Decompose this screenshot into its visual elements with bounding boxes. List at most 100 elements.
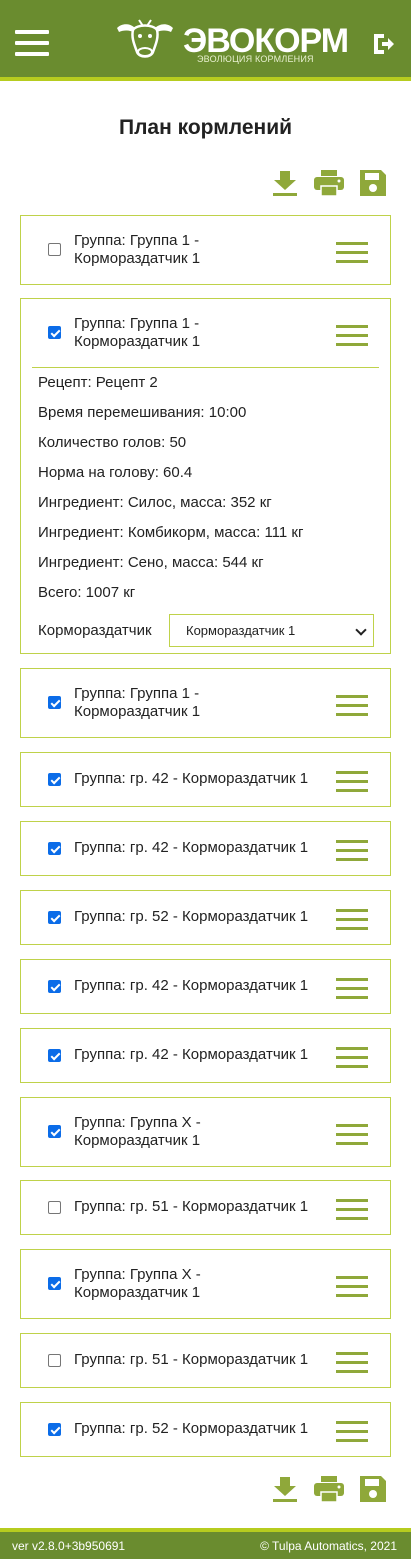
total-text: Всего: 1007 кг (38, 584, 136, 601)
plan-row: Группа: Группа 1 - Кормораздатчик 1 (21, 299, 390, 367)
plan-card: Группа: Группа X - Кормораздатчик 1 (20, 1097, 391, 1167)
plan-row: Группа: гр. 42 - Кормораздатчик 1 (21, 1029, 390, 1082)
plan-label: Группа: гр. 42 - Кормораздатчик 1 (74, 1046, 309, 1063)
plan-checkbox[interactable] (48, 696, 61, 709)
drag-handle-icon[interactable] (336, 1124, 368, 1146)
plan-row: Группа: Группа 1 - Кормораздатчик 1 (21, 216, 390, 284)
recipe-text: Рецепт: Рецепт 2 (38, 374, 158, 391)
plan-label: Группа: гр. 52 - Кормораздатчик 1 (74, 908, 309, 925)
chevron-down-icon (355, 624, 367, 636)
plan-label: Группа: гр. 42 - Кормораздатчик 1 (74, 770, 309, 787)
plan-card-expanded: Группа: Группа 1 - Кормораздатчик 1 Рецеп… (20, 298, 391, 654)
plan-row: Группа: гр. 52 - Кормораздатчик 1 (21, 1403, 390, 1456)
download-icon[interactable] (270, 168, 300, 198)
copyright-text: © Tulpa Automatics, 2021 (260, 1539, 397, 1553)
plan-row: Группа: гр. 42 - Кормораздатчик 1 (21, 753, 390, 806)
app-header: ЭВОКОРМ ЭВОЛЮЦИЯ КОРМЛЕНИЯ (0, 0, 411, 77)
plan-card: Группа: гр. 42 - Кормораздатчик 1 (20, 752, 391, 807)
drag-handle-icon[interactable] (336, 1047, 368, 1069)
plan-card: Группа: гр. 52 - Кормораздатчик 1 (20, 890, 391, 945)
plan-row: Группа: гр. 51 - Кормораздатчик 1 (21, 1334, 390, 1387)
plan-checkbox[interactable] (48, 326, 61, 339)
logo: ЭВОКОРМ ЭВОЛЮЦИЯ КОРМЛЕНИЯ (113, 18, 349, 64)
plan-checkbox[interactable] (48, 1201, 61, 1214)
plan-card: Группа: гр. 52 - Кормораздатчик 1 (20, 1402, 391, 1457)
feeder-select-value: Кормораздатчик 1 (186, 623, 296, 638)
feeder-label: Кормораздатчик (38, 622, 152, 639)
plan-label-line-2: Кормораздатчик 1 (74, 1284, 201, 1301)
plan-label: Группа: гр. 51 - Кормораздатчик 1 (74, 1351, 309, 1368)
heads-count-text: Количество голов: 50 (38, 434, 187, 451)
drag-handle-icon[interactable] (336, 771, 368, 793)
plan-label-line-1: Группа: Группа X - (74, 1114, 201, 1131)
plan-label: Группа: Группа 1 - Кормораздатчик 1 (74, 685, 200, 721)
plan-details: Рецепт: Рецепт 2 Время перемешивания: 10… (32, 367, 379, 653)
plan-checkbox[interactable] (48, 1277, 61, 1290)
plan-checkbox[interactable] (48, 243, 61, 256)
plan-card: Группа: Группа 1 - Кормораздатчик 1 (20, 215, 391, 285)
toolbar-top (270, 168, 392, 200)
version-text: ver v2.8.0+3b950691 (12, 1539, 126, 1553)
plan-row: Группа: гр. 42 - Кормораздатчик 1 (21, 960, 390, 1013)
menu-icon[interactable] (15, 30, 49, 56)
plan-label-line-2: Кормораздатчик 1 (74, 250, 201, 267)
drag-handle-icon[interactable] (336, 978, 368, 1000)
plan-card: Группа: гр. 42 - Кормораздатчик 1 (20, 1028, 391, 1083)
save-icon[interactable] (358, 1474, 388, 1504)
drag-handle-icon[interactable] (336, 840, 368, 862)
plan-row: Группа: Группа X - Кормораздатчик 1 (21, 1098, 390, 1166)
plan-label: Группа: гр. 51 - Кормораздатчик 1 (74, 1198, 309, 1215)
plan-label: Группа: гр. 52 - Кормораздатчик 1 (74, 1420, 309, 1437)
mix-time-text: Время перемешивания: 10:00 (38, 404, 247, 421)
plan-label: Группа: Группа 1 - Кормораздатчик 1 (74, 315, 200, 351)
plan-label: Группа: гр. 42 - Кормораздатчик 1 (74, 977, 309, 994)
drag-handle-icon[interactable] (336, 1276, 368, 1298)
plan-card: Группа: Группа X - Кормораздатчик 1 (20, 1249, 391, 1319)
cow-logo-icon (117, 19, 173, 58)
drag-handle-icon[interactable] (336, 695, 368, 717)
download-icon[interactable] (270, 1474, 300, 1504)
plan-checkbox[interactable] (48, 911, 61, 924)
app-footer: ver v2.8.0+3b950691 © Tulpa Automatics, … (0, 1532, 411, 1559)
page-title: План кормлений (118, 116, 293, 139)
plan-card: Группа: гр. 42 - Кормораздатчик 1 (20, 821, 391, 876)
plan-checkbox[interactable] (48, 1049, 61, 1062)
plan-checkbox[interactable] (48, 773, 61, 786)
plan-label-line-1: Группа: Группа X - (74, 1266, 201, 1283)
feeder-select[interactable]: Кормораздатчик 1 (169, 614, 374, 647)
plan-checkbox[interactable] (48, 1125, 61, 1138)
plan-row: Группа: гр. 51 - Кормораздатчик 1 (21, 1181, 390, 1234)
plan-label-line-1: Группа: Группа 1 - (74, 685, 200, 702)
plan-checkbox[interactable] (48, 842, 61, 855)
header-divider (0, 77, 411, 81)
ingredient-text: Ингредиент: Силос, масса: 352 кг (38, 494, 272, 511)
plan-label-line-1: Группа: Группа 1 - (74, 232, 200, 249)
drag-handle-icon[interactable] (336, 1352, 368, 1374)
drag-handle-icon[interactable] (336, 1199, 368, 1221)
print-icon[interactable] (313, 168, 344, 198)
print-icon[interactable] (313, 1474, 344, 1504)
plan-row: Группа: Группа 1 - Кормораздатчик 1 (21, 669, 390, 737)
plan-label-line-2: Кормораздатчик 1 (74, 1132, 201, 1149)
plan-label: Группа: гр. 42 - Кормораздатчик 1 (74, 839, 309, 856)
plan-checkbox[interactable] (48, 1423, 61, 1436)
logout-icon[interactable] (370, 31, 396, 57)
ingredient-text: Ингредиент: Комбикорм, масса: 111 кг (38, 524, 304, 541)
plan-row: Группа: гр. 52 - Кормораздатчик 1 (21, 891, 390, 944)
norm-text: Норма на голову: 60.4 (38, 464, 193, 481)
plan-checkbox[interactable] (48, 980, 61, 993)
plan-label-line-2: Кормораздатчик 1 (74, 333, 201, 350)
drag-handle-icon[interactable] (336, 242, 368, 264)
save-icon[interactable] (358, 168, 388, 198)
plan-label-line-1: Группа: Группа 1 - (74, 315, 200, 332)
drag-handle-icon[interactable] (336, 325, 368, 347)
plan-card: Группа: гр. 51 - Кормораздатчик 1 (20, 1333, 391, 1388)
drag-handle-icon[interactable] (336, 1421, 368, 1443)
plan-checkbox[interactable] (48, 1354, 61, 1367)
plan-label: Группа: Группа X - Кормораздатчик 1 (74, 1114, 201, 1150)
plan-row: Группа: Группа X - Кормораздатчик 1 (21, 1250, 390, 1318)
drag-handle-icon[interactable] (336, 909, 368, 931)
plan-label-line-2: Кормораздатчик 1 (74, 703, 201, 720)
logo-subtitle: ЭВОЛЮЦИЯ КОРМЛЕНИЯ (197, 54, 314, 64)
plan-card: Группа: гр. 51 - Кормораздатчик 1 (20, 1180, 391, 1235)
